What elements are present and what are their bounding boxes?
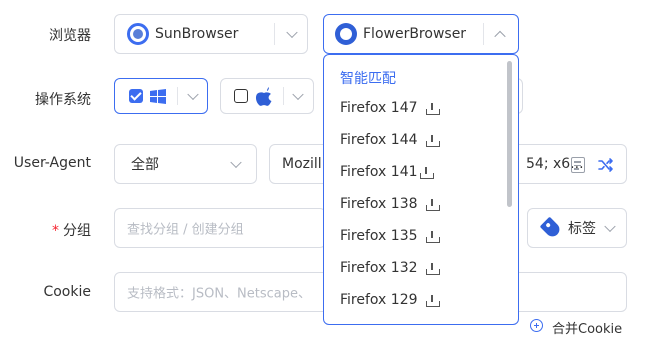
tag-icon — [539, 216, 563, 240]
group-label-text: 分组 — [63, 223, 91, 239]
download-icon[interactable] — [426, 295, 440, 307]
flowerbrowser-logo-icon — [335, 23, 357, 45]
os-label: 操作系统 — [35, 92, 91, 108]
user-agent-type-value: 全部 — [131, 157, 159, 173]
version-label: Firefox 147 — [340, 100, 418, 116]
download-icon[interactable] — [426, 199, 440, 211]
chevron-down-icon — [604, 220, 616, 233]
divider — [283, 87, 284, 105]
download-icon[interactable] — [420, 167, 434, 179]
tag-label: 标签 — [568, 221, 596, 237]
group-label: * 分组 — [52, 220, 91, 240]
dropdown-scrollbar[interactable] — [507, 61, 512, 207]
chevron-down-icon[interactable] — [187, 88, 199, 101]
browser-version-dropdown[interactable]: 智能匹配 Firefox 147 Firefox 144 Firefox 141… — [323, 54, 519, 325]
version-label: Firefox 141 — [340, 164, 418, 180]
dropdown-item-version[interactable]: Firefox 147 — [340, 100, 418, 116]
document-icon[interactable] — [571, 157, 585, 173]
required-mark: * — [52, 223, 59, 239]
chevron-up-icon[interactable] — [494, 30, 506, 43]
download-icon[interactable] — [426, 135, 440, 147]
merge-cookie-button[interactable]: 合并Cookie — [530, 318, 630, 337]
windows-checkbox[interactable] — [129, 89, 143, 103]
sunbrowser-logo-icon — [127, 23, 149, 45]
dropdown-item-version[interactable]: Firefox 141 — [340, 164, 418, 180]
download-icon[interactable] — [426, 231, 440, 243]
divider — [177, 87, 178, 105]
version-label: Firefox 144 — [340, 132, 418, 148]
version-label: Firefox 129 — [340, 292, 418, 308]
os-option-windows[interactable] — [114, 78, 208, 114]
dropdown-item-smart-match[interactable]: 智能匹配 — [340, 68, 396, 88]
dropdown-item-version[interactable]: Firefox 138 — [340, 196, 418, 212]
divider — [483, 23, 484, 45]
browser-option-sunbrowser[interactable]: SunBrowser — [114, 14, 308, 54]
sunbrowser-label: SunBrowser — [155, 26, 239, 42]
plus-circle-icon — [530, 319, 543, 332]
apple-icon — [255, 87, 273, 107]
group-search-input[interactable]: 查找分组 / 创建分组 — [114, 208, 326, 248]
chevron-down-icon[interactable] — [292, 88, 304, 101]
user-agent-value-left: Mozill — [282, 156, 322, 172]
browser-label: 浏览器 — [49, 28, 91, 44]
tag-select[interactable]: 标签 — [527, 208, 627, 248]
cookie-label: Cookie — [43, 284, 91, 300]
dropdown-item-version[interactable]: Firefox 132 — [340, 260, 418, 276]
mac-checkbox[interactable] — [234, 89, 248, 103]
user-agent-type-select[interactable]: 全部 — [114, 144, 257, 184]
group-placeholder: 查找分组 / 创建分组 — [127, 222, 244, 238]
user-agent-label: User-Agent — [13, 155, 91, 171]
dropdown-item-version[interactable]: Firefox 144 — [340, 132, 418, 148]
version-label: Firefox 135 — [340, 228, 418, 244]
version-label: Firefox 138 — [340, 196, 418, 212]
windows-icon — [149, 88, 167, 106]
dropdown-item-version[interactable]: Firefox 129 — [340, 292, 418, 308]
os-option-mac[interactable] — [220, 78, 314, 114]
download-icon[interactable] — [426, 103, 440, 115]
download-icon[interactable] — [426, 263, 440, 275]
merge-cookie-label: 合并Cookie — [552, 322, 623, 337]
browser-option-flowerbrowser[interactable]: FlowerBrowser — [323, 14, 519, 54]
chevron-down-icon — [230, 156, 242, 169]
dropdown-item-version[interactable]: Firefox 135 — [340, 228, 418, 244]
cookie-placeholder: 支持格式：JSON、Netscape、 — [127, 286, 311, 302]
shuffle-icon[interactable] — [598, 157, 614, 173]
version-label: Firefox 132 — [340, 260, 418, 276]
flowerbrowser-label: FlowerBrowser — [363, 26, 467, 42]
divider — [274, 23, 275, 45]
chevron-down-icon[interactable] — [286, 26, 298, 39]
